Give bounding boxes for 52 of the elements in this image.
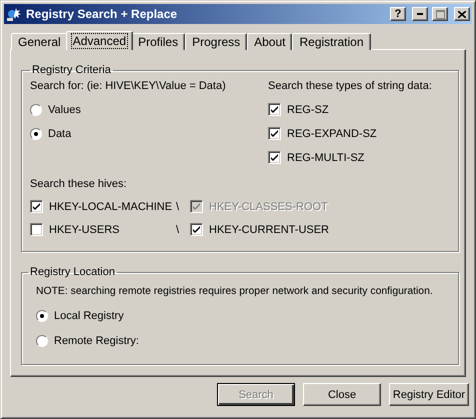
check-icon (193, 203, 200, 210)
check-icon (271, 106, 278, 113)
tab[interactable]: Registration (292, 33, 371, 50)
minimize-icon (417, 13, 423, 15)
radio-label: Data (48, 128, 72, 140)
maximize-button[interactable] (432, 7, 448, 21)
checkbox[interactable] (190, 223, 203, 236)
checkbox[interactable] (268, 151, 281, 164)
dialog-button[interactable]: Registry Editor (389, 383, 469, 406)
checkbox[interactable] (268, 103, 281, 116)
group-title: Registry Criteria (31, 64, 112, 76)
checkbox-label: HKEY-USERS (49, 224, 120, 236)
check-icon (271, 130, 278, 137)
hives-label: Search these hives: (30, 178, 127, 190)
tab[interactable]: Progress (185, 33, 248, 50)
tab[interactable]: About (247, 33, 292, 50)
radio-button[interactable] (36, 310, 48, 322)
radio-label: Remote Registry: (54, 334, 139, 346)
separator-text: \ (176, 224, 180, 236)
dialog-button[interactable]: Close (303, 383, 381, 406)
checkbox-label: HKEY-LOCAL-MACHINE (49, 200, 172, 212)
search-for-label: Search for: (ie: HIVE\KEY\Value = Data) (30, 80, 227, 92)
radio-label: Values (48, 104, 81, 116)
app-icon (6, 6, 22, 22)
tab[interactable]: Profiles (131, 33, 186, 50)
note-text: NOTE: searching remote registries requires proper network and security configuration. (36, 286, 434, 297)
check-icon (193, 226, 200, 233)
checkbox-label: REG-MULTI-SZ (287, 152, 364, 164)
help-button[interactable]: ? (390, 7, 406, 21)
checkbox[interactable] (30, 200, 43, 213)
checkbox-label: REG-SZ (287, 104, 329, 116)
maximize-icon (436, 10, 444, 18)
close-button[interactable] (454, 7, 470, 21)
checkbox-label: HKEY-CURRENT-USER (209, 224, 330, 236)
types-label: Search these types of string data: (268, 80, 433, 92)
check-icon (271, 154, 278, 161)
checkbox[interactable] (268, 127, 281, 140)
checkbox[interactable] (30, 223, 43, 236)
window-title: Registry Search + Replace (26, 7, 178, 21)
radio-button[interactable] (30, 128, 42, 140)
close-icon (458, 10, 466, 18)
checkbox-label: REG-EXPAND-SZ (287, 128, 377, 140)
tab[interactable]: Advanced (66, 31, 134, 50)
radio-button[interactable] (30, 104, 42, 116)
radio-button[interactable] (36, 334, 48, 346)
tab[interactable]: General (11, 33, 68, 50)
radio-label: Local Registry (54, 310, 124, 322)
separator-text: \ (176, 200, 180, 212)
check-icon (33, 203, 40, 210)
checkbox-label: HKEY-CLASSES-ROOT (209, 200, 328, 212)
minimize-button[interactable] (412, 7, 428, 21)
group-title: Registry Location (29, 266, 116, 278)
